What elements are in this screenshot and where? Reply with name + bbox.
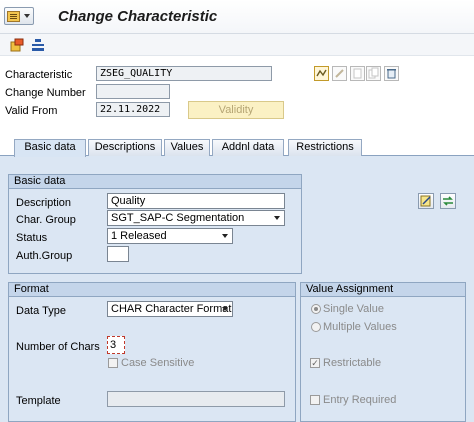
multiple-values-radio[interactable] <box>311 322 321 332</box>
chevron-down-icon[interactable] <box>274 216 280 220</box>
format-group-title: Format <box>9 283 295 297</box>
data-type-value: CHAR Character Format <box>111 303 232 315</box>
restrictable-checkbox[interactable]: ✓ <box>310 358 320 368</box>
display-change-icon[interactable] <box>314 66 329 81</box>
change-number-label: Change Number <box>5 87 86 99</box>
other-object-icon[interactable] <box>10 38 24 52</box>
description-label: Description <box>16 197 72 209</box>
char-group-label: Char. Group <box>16 214 76 226</box>
data-type-label: Data Type <box>16 305 66 317</box>
entry-required-label: Entry Required <box>323 394 397 406</box>
status-select[interactable]: 1 Released <box>107 228 233 244</box>
copy-icon[interactable] <box>366 66 381 81</box>
status-label: Status <box>16 232 48 244</box>
auth-group-input[interactable] <box>107 246 129 262</box>
value-assignment-title: Value Assignment <box>301 283 465 297</box>
char-group-value: SGT_SAP-C Segmentation <box>111 212 245 224</box>
menu-icon <box>7 10 20 22</box>
transfer-icon[interactable] <box>440 193 456 209</box>
create-icon[interactable] <box>350 66 365 81</box>
data-type-select[interactable]: CHAR Character Format <box>107 301 233 317</box>
edit-icon[interactable] <box>332 66 347 81</box>
case-sensitive-label: Case Sensitive <box>121 357 195 369</box>
template-label: Template <box>16 395 61 407</box>
system-menu-button[interactable] <box>4 7 34 25</box>
entry-required-checkbox[interactable] <box>310 395 320 405</box>
num-chars-label: Number of Chars <box>16 341 100 353</box>
tab-descriptions[interactable]: Descriptions <box>88 139 162 156</box>
valid-from-field[interactable]: 22.11.2022 <box>96 102 170 117</box>
delete-icon[interactable] <box>384 66 399 81</box>
page-title: Change Characteristic <box>58 8 218 25</box>
characteristic-label: Characteristic <box>5 69 73 81</box>
change-number-field[interactable] <box>96 84 170 99</box>
single-value-radio[interactable] <box>311 304 321 314</box>
valid-from-label: Valid From <box>5 105 58 117</box>
status-value: 1 Released <box>111 230 167 242</box>
application-toolbar <box>0 34 474 56</box>
num-chars-input[interactable]: 3 <box>107 336 125 354</box>
chevron-down-icon[interactable] <box>222 234 228 238</box>
multiple-values-label: Multiple Values <box>323 321 397 333</box>
characteristic-field[interactable]: ZSEG_QUALITY <box>96 66 272 81</box>
basic-data-group-title: Basic data <box>9 175 301 189</box>
auth-group-label: Auth.Group <box>16 250 73 262</box>
chevron-down-icon <box>24 14 30 18</box>
single-value-label: Single Value <box>323 303 384 315</box>
validity-button[interactable]: Validity <box>188 101 284 119</box>
case-sensitive-checkbox[interactable] <box>108 358 118 368</box>
tab-addnl-data[interactable]: Addnl data <box>212 139 284 156</box>
tab-basic-data[interactable]: Basic data <box>14 139 86 157</box>
char-group-select[interactable]: SGT_SAP-C Segmentation <box>107 210 285 226</box>
hierarchy-icon[interactable] <box>31 38 45 52</box>
chevron-down-icon[interactable] <box>222 307 228 311</box>
edit-document-icon[interactable] <box>418 193 434 209</box>
description-input[interactable]: Quality <box>107 193 285 209</box>
tab-restrictions[interactable]: Restrictions <box>288 139 362 156</box>
template-field[interactable] <box>107 391 285 407</box>
restrictable-label: Restrictable <box>323 357 382 369</box>
tab-values[interactable]: Values <box>164 139 210 156</box>
